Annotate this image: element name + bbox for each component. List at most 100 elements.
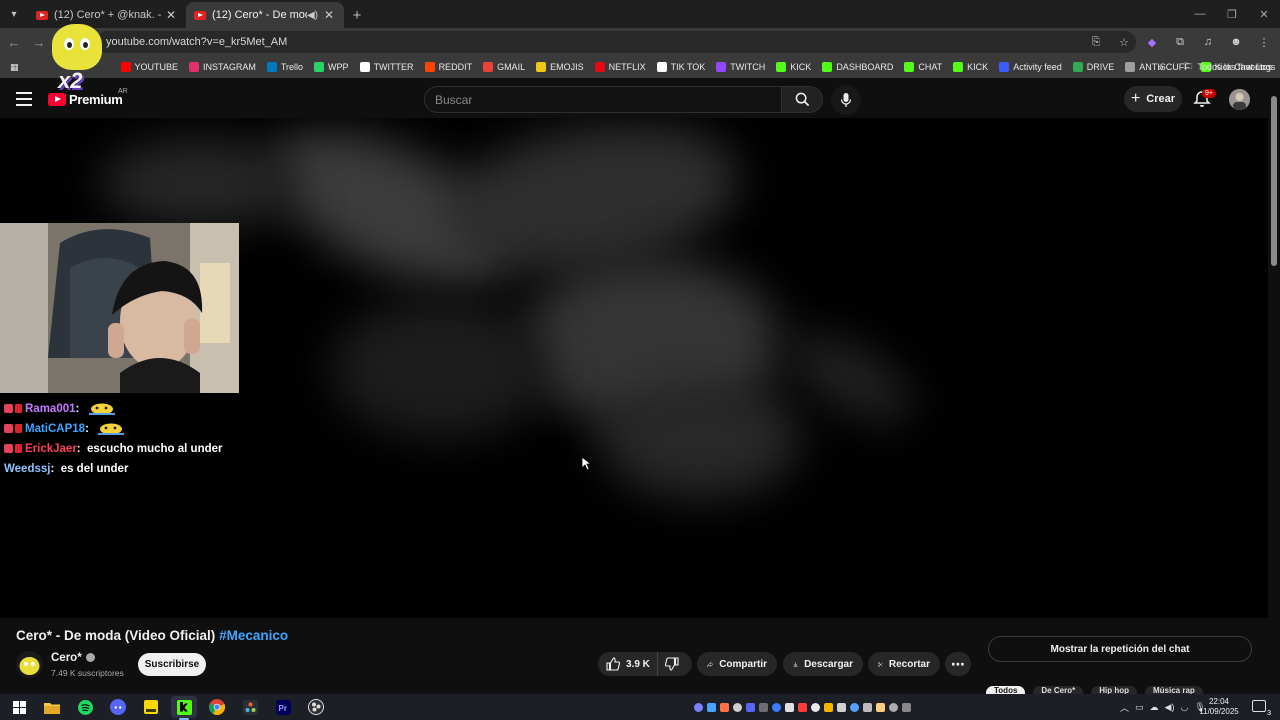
microphone-icon xyxy=(840,93,852,107)
hamburger-menu-icon[interactable] xyxy=(16,92,32,106)
obs-studio-icon[interactable] xyxy=(303,696,329,718)
bookmark-wpp[interactable]: WPP xyxy=(310,57,353,77)
install-app-icon[interactable]: ⎘ xyxy=(1086,32,1106,52)
bookmark-star-icon[interactable]: ☆ xyxy=(1114,32,1134,52)
tray-app-icon[interactable] xyxy=(785,702,794,712)
tab-de-moda-video[interactable]: (12) Cero* - De moda (Video ◀) ✕ xyxy=(186,2,344,28)
chevron-more-icon[interactable]: » xyxy=(1158,62,1163,72)
new-tab-button[interactable]: + xyxy=(344,2,370,28)
bookmark-tik-tok[interactable]: TIK TOK xyxy=(653,57,710,77)
voice-search-button[interactable] xyxy=(831,85,861,115)
bookmark-netflix[interactable]: NETFLIX xyxy=(591,57,650,77)
tray-app-icon[interactable] xyxy=(850,702,859,712)
chevron-up-icon[interactable]: ︿ xyxy=(1120,701,1129,714)
tray-app-icon[interactable] xyxy=(798,702,807,712)
tab-search-dropdown[interactable]: ▾ xyxy=(0,0,28,28)
search-input[interactable]: Buscar xyxy=(424,86,782,113)
apps-grid-icon[interactable]: ▦ xyxy=(6,57,23,77)
bookmark-chat[interactable]: CHAT xyxy=(900,57,946,77)
windows-start-icon[interactable] xyxy=(6,696,32,718)
kick-app-icon[interactable] xyxy=(171,696,197,720)
video-player[interactable]: Rama001: MatiCAP18: ErickJaer: escucho m… xyxy=(0,118,1268,618)
tray-app-icon[interactable] xyxy=(902,702,911,712)
tray-app-icon[interactable] xyxy=(811,702,820,712)
premiere-pro-icon[interactable]: Pr xyxy=(270,696,296,718)
network-icon[interactable]: ▭ xyxy=(1135,702,1144,713)
menu-kebab-icon[interactable]: ⋮ xyxy=(1254,32,1274,52)
tray-app-icon[interactable] xyxy=(759,702,768,712)
extensions-puzzle-icon[interactable]: ⧉ xyxy=(1170,32,1190,52)
bookmark-drive[interactable]: DRIVE xyxy=(1069,57,1119,77)
system-clock[interactable]: 22:04 11/09/2025 xyxy=(1196,697,1242,717)
media-control-icon[interactable]: ♫ xyxy=(1198,32,1218,52)
bookmark-gmail[interactable]: GMAIL xyxy=(479,57,529,77)
twitch-extension-icon[interactable]: ◆ xyxy=(1142,32,1162,52)
wifi-icon[interactable]: ◡ xyxy=(1180,702,1188,713)
minimize-icon[interactable]: — xyxy=(1184,0,1216,28)
create-button[interactable]: + Crear xyxy=(1124,86,1182,112)
tray-app-icon[interactable] xyxy=(733,702,742,712)
bookmark-youtube[interactable]: YOUTUBE xyxy=(117,57,183,77)
share-button[interactable]: Compartir xyxy=(697,652,777,676)
bookmark-instagram[interactable]: INSTAGRAM xyxy=(185,57,260,77)
cloud-icon[interactable]: ☁ xyxy=(1150,702,1159,713)
bookmark-dashboard[interactable]: DASHBOARD xyxy=(818,57,897,77)
tab-close-icon[interactable]: ✕ xyxy=(322,8,336,22)
tray-app-icon[interactable] xyxy=(889,702,898,712)
tray-app-icon[interactable] xyxy=(863,702,872,712)
youtube-play-icon xyxy=(48,93,66,106)
bookmark-twitter[interactable]: TWITTER xyxy=(356,57,418,77)
volume-icon[interactable]: ◀) xyxy=(1165,702,1175,713)
tray-app-icon[interactable] xyxy=(707,702,716,712)
alert-badge-icon xyxy=(15,424,22,433)
davinci-resolve-icon[interactable] xyxy=(237,696,263,718)
show-chat-replay-button[interactable]: Mostrar la repetición del chat xyxy=(988,636,1252,662)
bookmark-reddit[interactable]: REDDIT xyxy=(421,57,477,77)
bookmark-kick[interactable]: KICK xyxy=(949,57,992,77)
bookmark-twitch[interactable]: TWITCH xyxy=(712,57,769,77)
scrollbar-thumb[interactable] xyxy=(1271,96,1277,266)
bookmark-kick[interactable]: KICK xyxy=(772,57,815,77)
search-button[interactable] xyxy=(781,86,823,113)
tray-app-icon[interactable] xyxy=(772,702,781,712)
discord-icon[interactable] xyxy=(105,696,131,718)
spotify-icon[interactable] xyxy=(72,696,98,718)
back-arrow-icon[interactable]: ← xyxy=(3,31,25,53)
clip-button[interactable]: Recortar xyxy=(868,652,940,676)
file-explorer-icon[interactable] xyxy=(39,696,65,718)
channel-name[interactable]: Cero* xyxy=(51,652,95,664)
bookmark-favicon-icon xyxy=(120,62,131,72)
chat-username: Rama001 xyxy=(25,403,76,415)
page-scrollbar[interactable] xyxy=(1268,80,1280,694)
tray-app-icon[interactable] xyxy=(746,702,755,712)
tab-close-icon[interactable]: ✕ xyxy=(164,8,178,22)
bookmark-emojis[interactable]: EMOJIS xyxy=(532,57,588,77)
close-window-icon[interactable]: ✕ xyxy=(1248,0,1280,28)
subscribe-button[interactable]: Suscribirse xyxy=(138,653,206,676)
more-actions-button[interactable]: ⋯ xyxy=(945,652,971,676)
tray-app-icon[interactable] xyxy=(876,702,885,712)
address-bar[interactable]: youtube.com/watch?v=e_kr5Met_AM xyxy=(96,31,1136,53)
bookmark-favicon-icon xyxy=(189,62,200,72)
dislike-button[interactable] xyxy=(658,657,692,671)
bookmark-trello[interactable]: Trello xyxy=(263,57,307,77)
all-bookmarks-folder[interactable]: » 🗀 Todos los favoritos xyxy=(1158,56,1272,78)
tray-app-icon[interactable] xyxy=(837,702,846,712)
channel-avatar[interactable] xyxy=(16,651,43,678)
youtube-premium-logo[interactable]: Premium AR xyxy=(48,88,128,107)
hashtag-link[interactable]: #Mecanico xyxy=(219,628,288,643)
account-avatar[interactable] xyxy=(1229,89,1250,110)
notification-center-icon[interactable]: 3 xyxy=(1252,700,1271,717)
tray-app-icon[interactable] xyxy=(694,702,703,712)
speaker-icon[interactable]: ◀) xyxy=(307,10,318,21)
sticky-notes-icon[interactable] xyxy=(138,696,164,718)
bookmark-activity-feed[interactable]: Activity feed xyxy=(995,57,1066,77)
chrome-icon[interactable] xyxy=(204,696,230,718)
tray-app-icon[interactable] xyxy=(824,702,833,712)
like-button[interactable]: 3.9 K xyxy=(598,652,658,676)
folder-icon: 🗀 xyxy=(1183,61,1193,71)
tray-app-icon[interactable] xyxy=(720,702,729,712)
profile-icon[interactable]: ☻ xyxy=(1226,32,1246,52)
restore-icon[interactable]: ❐ xyxy=(1216,0,1248,28)
download-button[interactable]: Descargar xyxy=(783,652,863,676)
